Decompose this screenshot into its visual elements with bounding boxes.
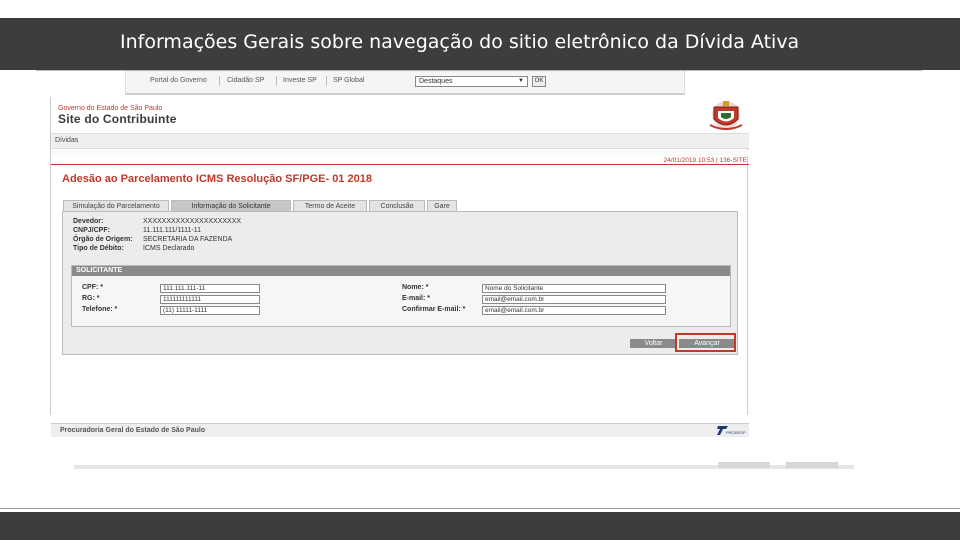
bottom-divider: [0, 508, 960, 509]
bottom-strip: [74, 462, 854, 469]
cnpj-value: 11.111.111/1111-11: [143, 227, 201, 234]
form-panel: Devedor: XXXXXXXXXXXXXXXXXXXXX CNPJ/CPF:…: [62, 211, 738, 355]
nome-label: Nome: *: [402, 284, 429, 291]
portal-link-global[interactable]: SP Global: [333, 77, 364, 84]
slide-title: Informações Gerais sobre navegação do si…: [120, 31, 800, 53]
orgao-value: SECRETARIA DA FAZENDA: [143, 236, 233, 243]
voltar-button[interactable]: Voltar: [630, 339, 677, 348]
portal-select[interactable]: Destaques ▼: [415, 76, 528, 87]
email-field[interactable]: email@email.com.br: [482, 295, 666, 304]
portal-link-investe[interactable]: Investe SP: [283, 77, 317, 84]
timestamp: 24/01/2019 10:53 | 136-SITE: [663, 157, 747, 164]
tipo-debito-label: Tipo de Débito:: [73, 245, 124, 252]
rg-label: RG: *: [82, 295, 100, 302]
bottom-band: [0, 512, 960, 540]
tipo-debito-value: ICMS Declarado: [143, 245, 195, 252]
chevron-down-icon: ▼: [518, 78, 524, 84]
timestamp-bar: 24/01/2019 10:53 | 136-SITE: [51, 157, 749, 165]
footer-text: Procuradoria Geral do Estado de São Paul…: [60, 427, 206, 434]
avancar-highlight-box: [675, 333, 736, 352]
gov-label: Governo do Estado de São Paulo: [58, 105, 163, 112]
portal-link-governo[interactable]: Portal do Governo: [150, 77, 207, 84]
solicitante-header: SOLICITANTE: [72, 266, 730, 276]
divider: [276, 76, 277, 86]
telefone-label: Telefone: *: [82, 306, 118, 313]
faded-button: [718, 462, 770, 468]
solicitante-title: SOLICITANTE: [76, 267, 123, 274]
portal-link-cidadao[interactable]: Cidadão SP: [227, 77, 264, 84]
breadcrumb-bar: Dívidas: [51, 133, 749, 149]
divider: [219, 76, 220, 86]
spacer: [51, 150, 749, 156]
nome-field[interactable]: Nome do Solicitante: [482, 284, 666, 293]
solicitante-section: SOLICITANTE CPF: * 111.111.111-11 RG: * …: [71, 265, 731, 327]
divider: [326, 76, 327, 86]
email-label: E-mail: *: [402, 295, 431, 302]
site-title: Site do Contribuinte: [58, 112, 177, 126]
site-header: Governo do Estado de São Paulo Site do C…: [51, 97, 749, 133]
page-heading: Adesão ao Parcelamento ICMS Resolução SF…: [62, 173, 372, 185]
orgao-label: Órgão de Origem:: [73, 236, 133, 243]
devedor-value: XXXXXXXXXXXXXXXXXXXXX: [143, 218, 242, 225]
telefone-field[interactable]: (11) 11111-1111: [160, 306, 260, 315]
portal-select-value: Destaques: [419, 78, 453, 85]
confirmar-email-field[interactable]: email@email.com.br: [482, 306, 666, 315]
rg-field[interactable]: 111111111111: [160, 295, 260, 304]
devedor-label: Devedor:: [73, 218, 104, 225]
site-window: Governo do Estado de São Paulo Site do C…: [50, 97, 749, 437]
cnpj-label: CNPJ/CPF:: [73, 227, 110, 234]
prodesp-logo-text: PRODESP: [726, 430, 746, 435]
cpf-label: CPF: *: [82, 284, 103, 291]
prodesp-logo: PRODESP: [717, 426, 746, 435]
breadcrumb[interactable]: Dívidas: [55, 137, 78, 144]
site-footer: Procuradoria Geral do Estado de São Paul…: [51, 423, 749, 437]
confirmar-email-label: Confirmar E-mail: *: [402, 306, 466, 313]
cpf-field[interactable]: 111.111.111-11: [160, 284, 260, 293]
portal-ok-button[interactable]: OK: [532, 76, 546, 87]
portal-nav: Portal do Governo Cidadão SP Investe SP …: [125, 71, 685, 95]
faded-button: [786, 462, 838, 468]
state-crest-icon: [709, 101, 743, 130]
